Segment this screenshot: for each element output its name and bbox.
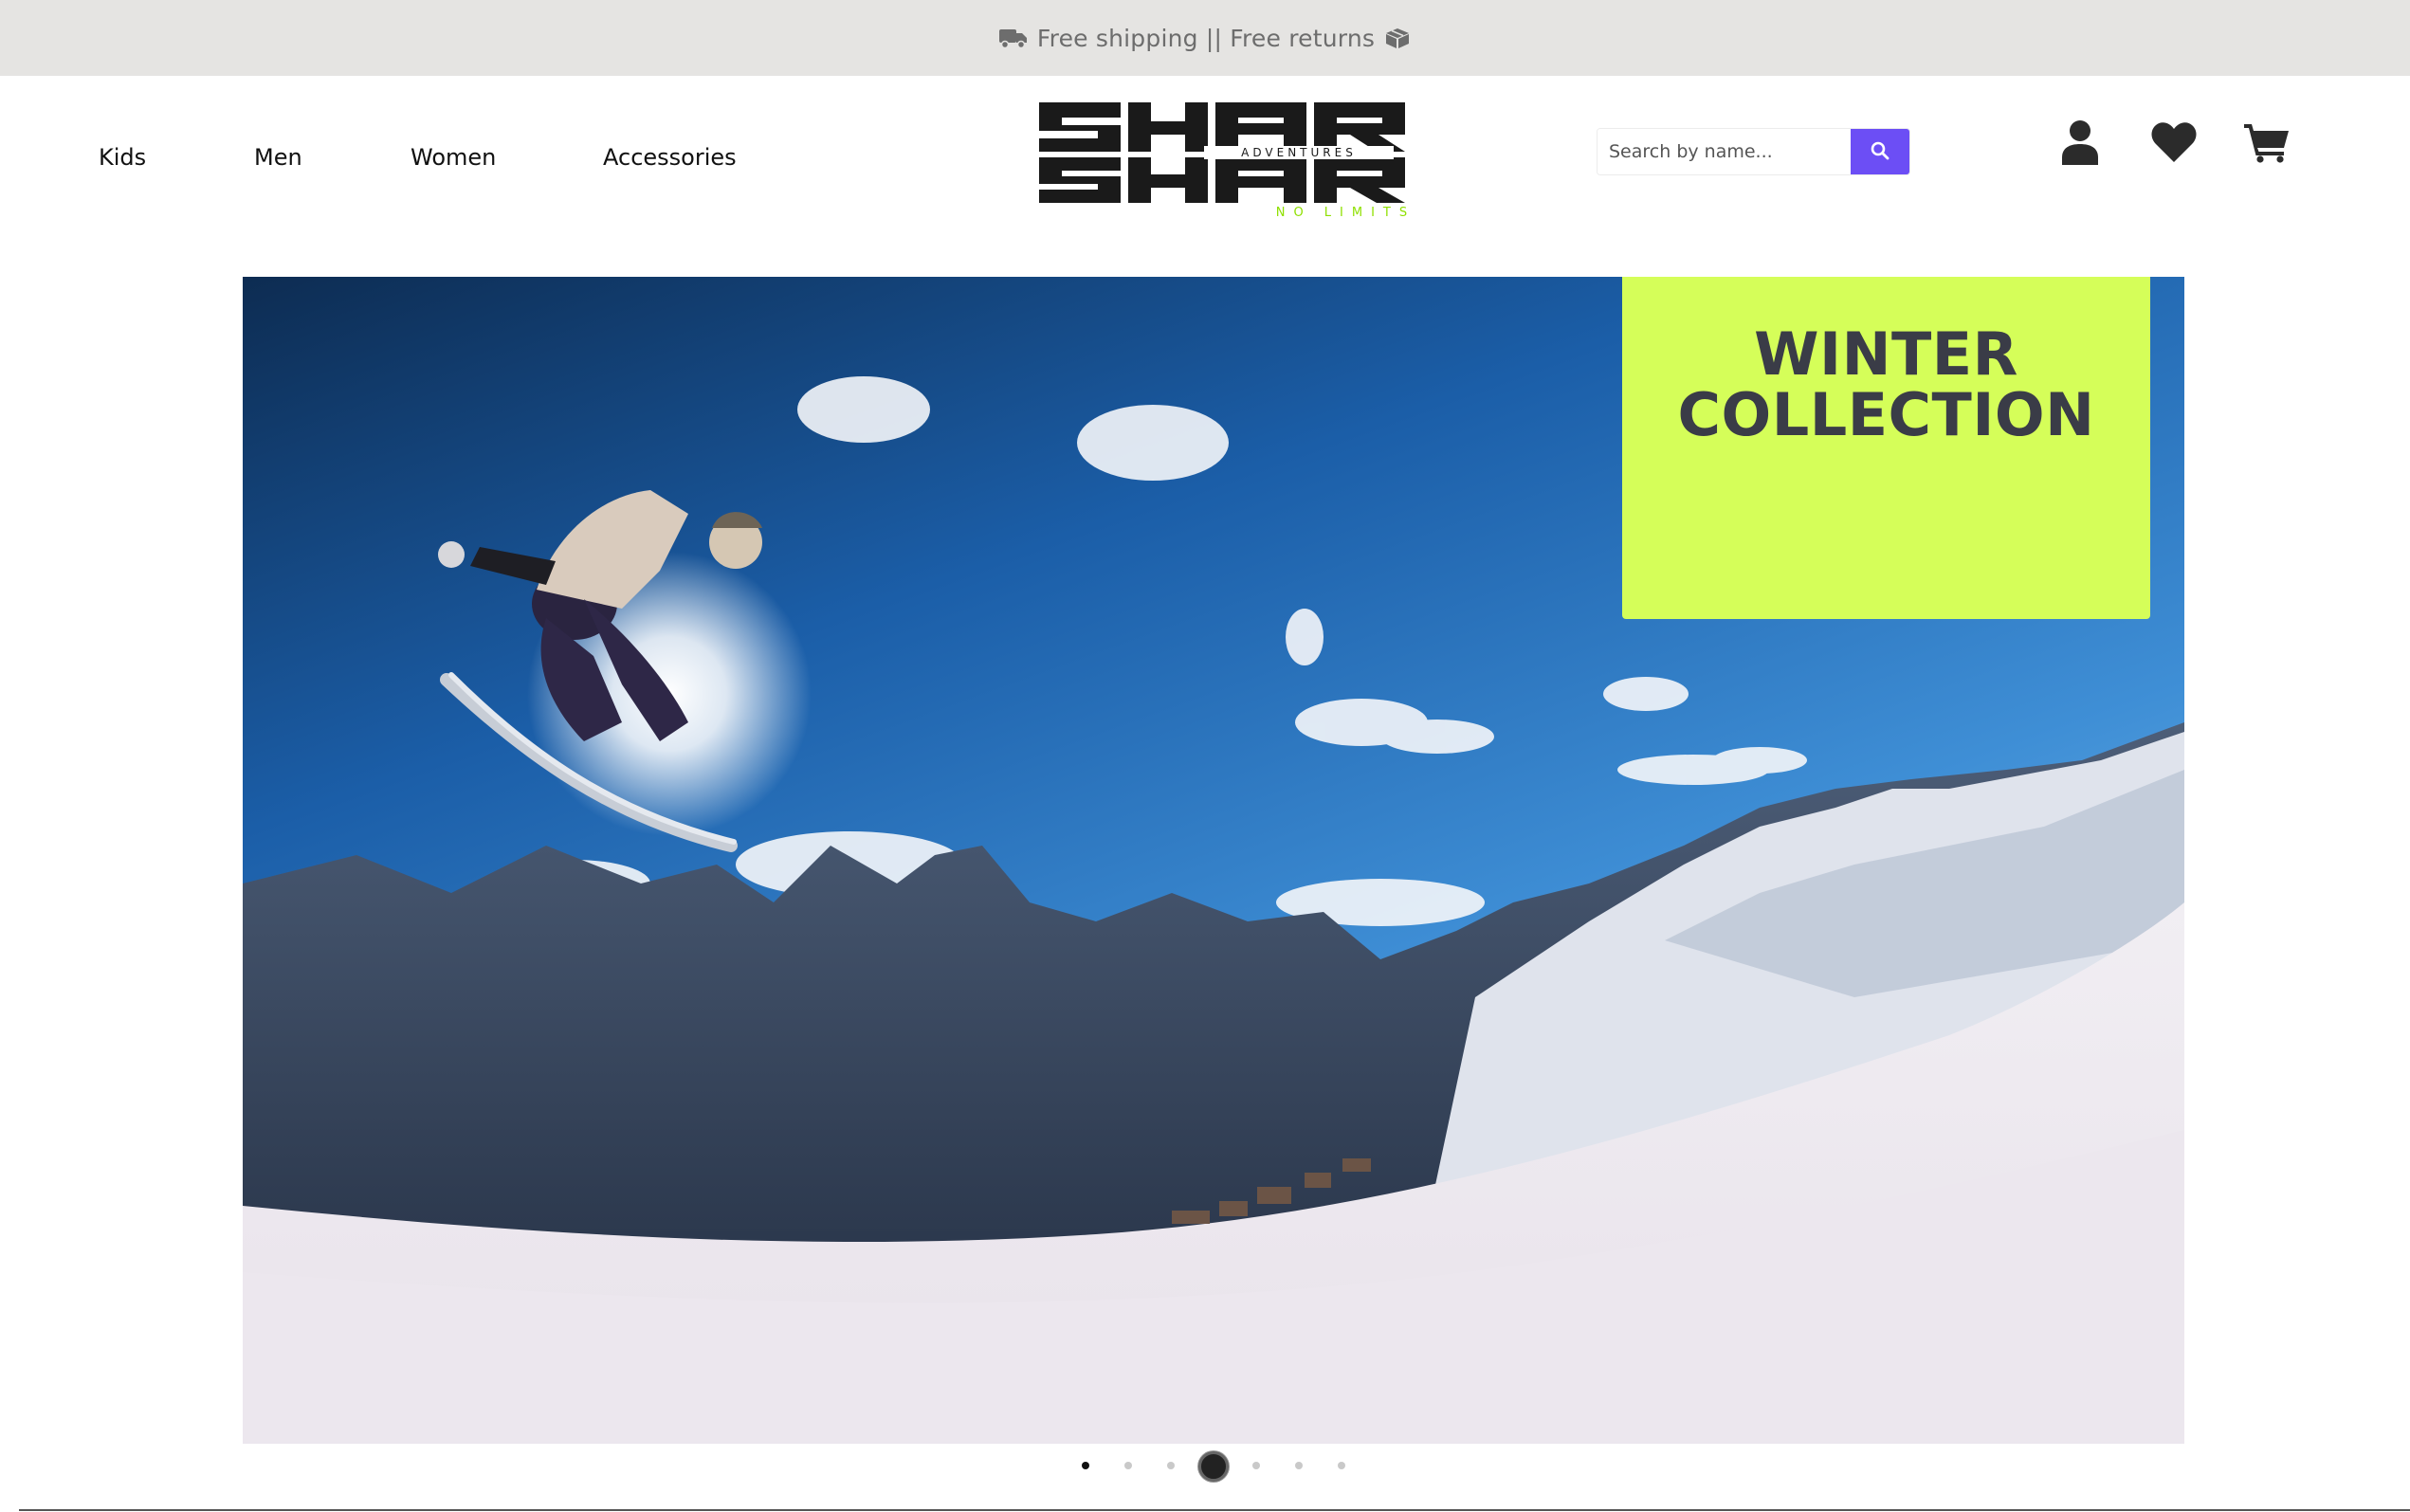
carousel-indicators (0, 1451, 2410, 1482)
search-icon (1871, 141, 1890, 163)
promo-bar: Free shipping || Free returns (0, 0, 2410, 76)
logo-sub-text: ADVENTURES (1241, 146, 1357, 159)
search-button[interactable] (1851, 129, 1909, 174)
carousel-dot-6[interactable] (1295, 1462, 1303, 1469)
carousel-dot-4-active[interactable] (1198, 1451, 1229, 1482)
box-icon (1384, 27, 1411, 49)
carousel-dot-2[interactable] (1124, 1462, 1132, 1469)
logo-tagline: NO LIMITS. (1276, 206, 1409, 218)
search-input[interactable] (1598, 129, 1851, 174)
nav-item-kids[interactable]: Kids (99, 144, 146, 171)
heart-icon (2151, 122, 2197, 166)
user-icon (2060, 119, 2100, 169)
hero-banner[interactable]: WINTER COLLECTION (243, 277, 2184, 1444)
wishlist-button[interactable] (2148, 116, 2200, 173)
promo-title-line1: WINTER (1754, 319, 2018, 389)
promo-text: Free shipping || Free returns (1036, 24, 1376, 52)
cart-icon (2244, 121, 2290, 167)
carousel-dot-3[interactable] (1167, 1462, 1175, 1469)
nav-item-accessories[interactable]: Accessories (603, 144, 737, 171)
site-header: Kids Men Women Accessories ADVENTURES NO… (0, 76, 2410, 229)
carousel-dot-7[interactable] (1338, 1462, 1345, 1469)
cart-button[interactable] (2241, 116, 2292, 173)
section-divider (19, 1509, 2410, 1511)
carousel-dot-1[interactable] (1082, 1462, 1089, 1469)
collection-promo-box[interactable]: WINTER COLLECTION (1622, 277, 2150, 619)
brand-logo[interactable]: ADVENTURES NO LIMITS. (1033, 97, 1419, 220)
nav-item-women[interactable]: Women (411, 144, 496, 171)
truck-icon (998, 27, 1028, 49)
promo-title-line2: COLLECTION (1677, 380, 2095, 449)
account-button[interactable] (2054, 116, 2106, 173)
carousel-dot-5[interactable] (1252, 1462, 1260, 1469)
search-bar (1597, 128, 1910, 175)
nav-item-men[interactable]: Men (254, 144, 302, 171)
